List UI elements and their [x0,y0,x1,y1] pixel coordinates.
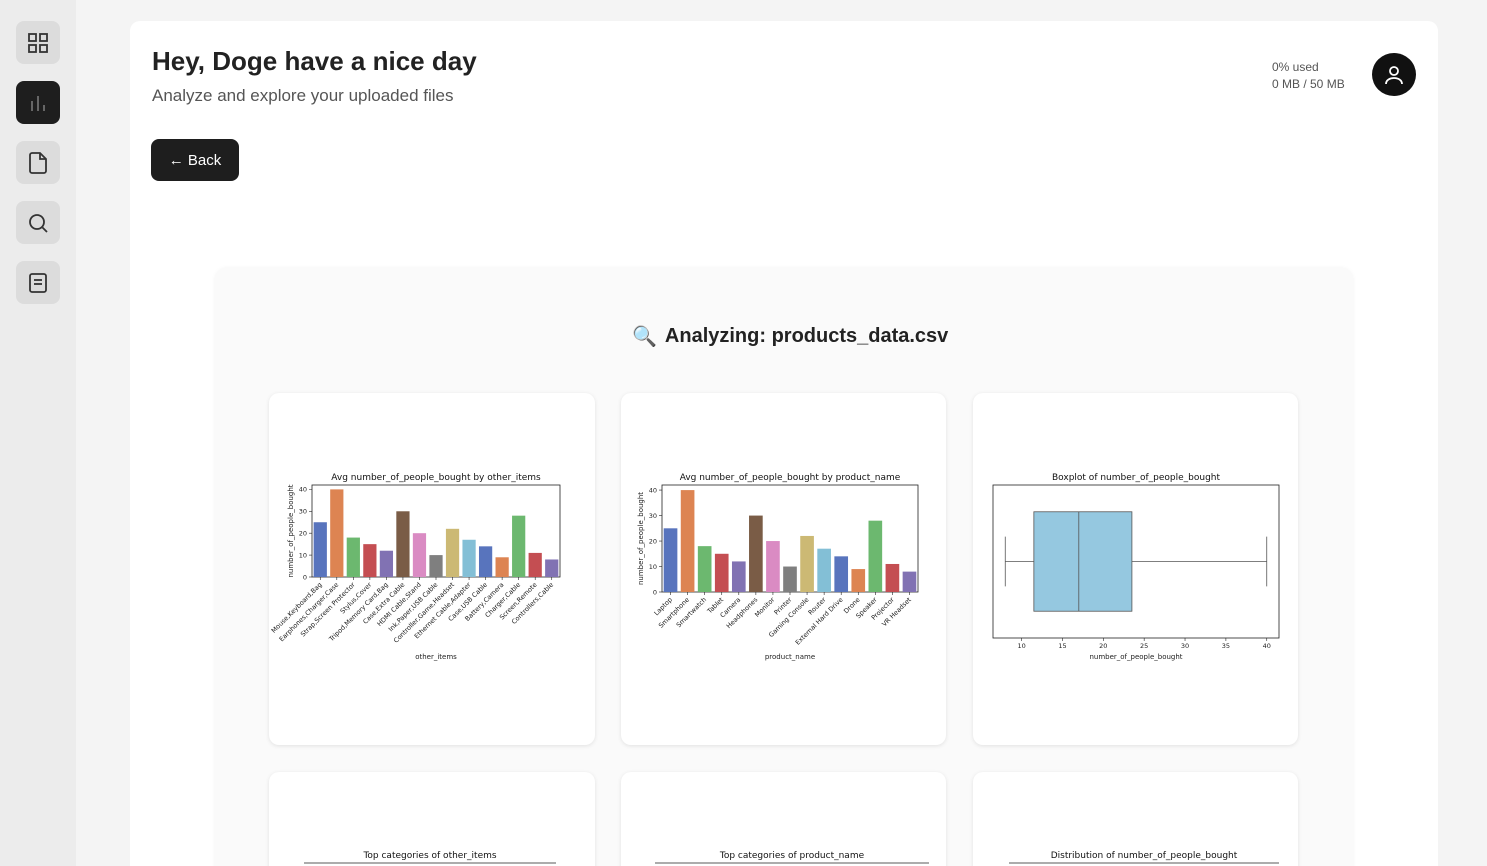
bar [363,544,377,577]
x-tick-label: 40 [1263,642,1271,650]
x-tick-label: 20 [1099,642,1107,650]
x-axis-label: number_of_people_bought [1089,653,1182,661]
bar [478,546,493,577]
storage-usage: 0% used 0 MB / 50 MB [1272,59,1345,93]
bar [749,515,763,592]
chart-card-distribution: Distribution of number_of_people_bought [973,772,1298,866]
bar [412,533,427,577]
bar-chart-icon [31,95,45,111]
bar [697,546,712,592]
page-subtitle: Analyze and explore your uploaded files [152,86,454,105]
user-icon [1385,65,1403,84]
chart-card-top-product-name: Top categories of product_name [621,772,946,866]
y-tick-label: 30 [299,508,307,516]
y-tick-label: 40 [299,486,307,494]
file-icon [29,151,47,174]
bar [495,557,509,577]
bar-chart-top-other-items: Top categories of other_items [304,851,556,864]
greeting-title: Hey, Doge have a nice day [152,46,477,76]
bar [766,541,780,592]
bar [313,522,327,577]
nav-analytics-button[interactable] [16,81,60,124]
grid-icon [28,32,48,53]
chart-title: Boxplot of number_of_people_bought [1052,473,1221,483]
chart-title: Distribution of number_of_people_bought [1051,851,1238,861]
box [1033,511,1133,612]
x-tick-label: 35 [1222,642,1230,650]
nav-search-button[interactable] [16,201,60,244]
bar-chart-other-items: Avg number_of_people_bought by other_ite… [270,473,561,661]
bar [545,559,559,577]
bar [902,571,917,592]
nav-notes-button[interactable] [16,261,60,304]
y-tick-label: 0 [303,573,307,581]
back-button[interactable]: ← Back [151,139,239,181]
analysis-title: 🔍 Analyzing: products_data.csv [632,324,952,349]
search-icon [29,213,48,233]
y-tick-label: 0 [653,588,657,596]
bar [800,535,814,592]
bar-chart-product-name: Avg number_of_people_bought by product_n… [637,473,919,661]
y-tick-label: 20 [299,529,307,537]
x-tick-label: 15 [1058,642,1066,650]
chart-card-boxplot: Boxplot of number_of_people_bought 10 15 20… [973,393,1298,745]
analysis-filename: Analyzing: products_data.csv [664,325,949,347]
bar [346,537,360,577]
chart-card-other-items: Avg number_of_people_bought by other_ite… [269,393,595,745]
bar [396,511,410,577]
x-axis-label: other_items [415,653,457,661]
usage-size: 0 MB / 50 MB [1272,77,1345,91]
bar [663,528,678,592]
chart-card-top-other-items: Top categories of other_items [269,772,595,866]
histogram-chart: Distribution of number_of_people_bought [1009,851,1279,864]
magnifier-icon: 🔍 [632,326,657,348]
bar [714,553,729,592]
x-tick-label: 10 [1017,642,1025,650]
chart-card-product-name: Avg number_of_people_bought by product_n… [621,393,946,745]
chart-title: Top categories of other_items [362,851,496,861]
x-tick-label: 30 [1181,642,1189,650]
x-tick-label: 25 [1140,642,1148,650]
bar [680,490,695,592]
notes-icon [29,272,47,293]
bar [885,563,900,592]
sidebar [0,0,76,866]
y-tick-label: 10 [299,551,307,559]
y-tick-label: 20 [649,537,657,545]
bar [429,555,443,577]
bar [868,520,883,592]
bar [512,515,526,577]
chart-title: Top categories of product_name [719,851,865,861]
bar [528,552,542,577]
bar [834,556,849,592]
y-axis-label: number_of_people_bought [287,484,295,577]
boxplot-chart: Boxplot of number_of_people_bought 10 15 20… [992,473,1280,661]
bar [379,550,394,577]
bar [783,566,797,592]
bar [445,528,460,577]
bar [851,569,866,592]
y-tick-label: 30 [649,512,657,520]
y-axis-label: number_of_people_bought [637,492,645,585]
x-axis-label: product_name [765,653,815,661]
nav-files-button[interactable] [16,141,60,184]
bar-chart-top-product-name: Top categories of product_name [655,851,929,864]
bar [462,539,476,577]
usage-percent: 0% used [1272,60,1319,74]
bar [330,489,344,577]
bar [817,548,831,592]
bar [731,561,746,592]
nav-dashboard-button[interactable] [16,21,60,64]
chart-title: Avg number_of_people_bought by product_n… [680,473,901,483]
y-tick-label: 10 [649,563,657,571]
y-tick-label: 40 [649,486,657,494]
chart-title: Avg number_of_people_bought by other_ite… [331,473,541,483]
user-avatar-button[interactable] [1372,53,1416,96]
